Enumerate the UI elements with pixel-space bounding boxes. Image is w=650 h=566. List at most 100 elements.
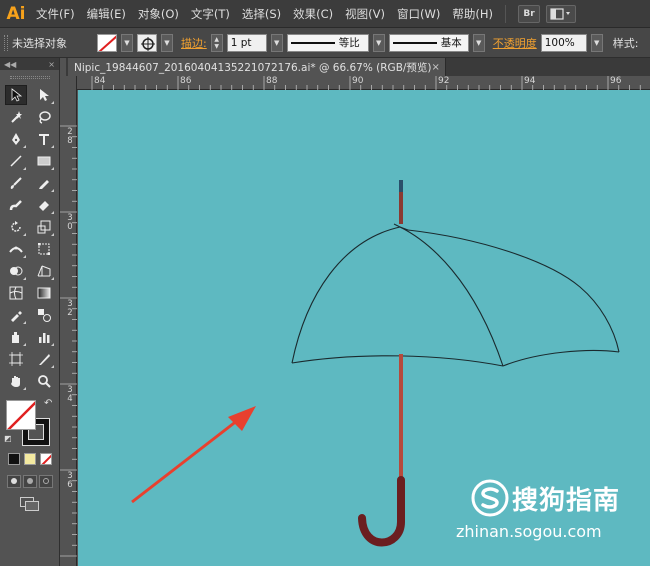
panel-close-icon[interactable]: × — [48, 60, 55, 69]
type-tool[interactable] — [33, 129, 55, 149]
umbrella-handle[interactable] — [358, 476, 405, 547]
width-icon — [8, 246, 23, 253]
control-bar-grip[interactable] — [4, 34, 8, 51]
brush-dropdown[interactable]: ▼ — [472, 33, 485, 52]
rotate-tool[interactable] — [5, 217, 27, 237]
scale-tool[interactable] — [33, 217, 55, 237]
gradient-mode-button[interactable] — [23, 453, 36, 465]
perspective-grid-tool[interactable] — [33, 261, 55, 281]
umbrella-shaft[interactable] — [399, 354, 403, 482]
menu-help[interactable]: 帮助(H) — [446, 6, 499, 22]
horizontal-ruler[interactable]: 84 86 88 90 92 94 96 — [66, 76, 650, 90]
menu-divider — [504, 4, 506, 23]
umbrella-tip-cap — [399, 180, 403, 192]
pen-tool[interactable] — [5, 129, 27, 149]
shape-builder-tool[interactable] — [5, 261, 27, 281]
control-bar: 未选择对象 ▼ ▼ 描边: ▲ ▼ 1 pt ▼ 等比 ▼ 基本 ▼ 不透明度 1… — [0, 28, 650, 58]
ruler-label-94: 94 — [524, 76, 536, 86]
close-icon[interactable]: × — [432, 62, 440, 73]
draw-inside-button[interactable] — [38, 474, 53, 488]
symbol-sprayer-tool[interactable] — [5, 327, 27, 347]
eraser-tool[interactable] — [33, 195, 55, 215]
free-transform-tool[interactable] — [33, 239, 55, 259]
shape-builder-icon — [9, 266, 22, 276]
rectangle-tool[interactable] — [33, 151, 55, 171]
screen-mode-button[interactable] — [19, 497, 40, 511]
column-graph-tool[interactable] — [33, 327, 55, 347]
fill-swatch[interactable] — [97, 33, 117, 52]
menu-view[interactable]: 视图(V) — [339, 6, 391, 22]
opacity-field[interactable]: 100% — [540, 33, 587, 52]
selection-status: 未选择对象 — [12, 36, 67, 50]
lasso-tool[interactable] — [33, 107, 55, 127]
stroke-weight-field[interactable]: 1 pt — [226, 33, 267, 52]
tools-panel: ◀◀ × ↶ ◩ — [0, 58, 60, 566]
menu-edit[interactable]: 编辑(E) — [81, 6, 132, 22]
menu-select[interactable]: 选择(S) — [236, 6, 287, 22]
paintbrush-tool[interactable] — [5, 173, 27, 193]
tools-panel-header[interactable]: ◀◀ × — [0, 58, 59, 70]
bridge-button[interactable]: Br — [517, 4, 540, 23]
swap-fill-stroke-icon[interactable]: ↶ — [44, 398, 52, 409]
menu-file[interactable]: 文件(F) — [30, 6, 81, 22]
stroke-label[interactable]: 描边: — [181, 35, 207, 51]
blend-tool[interactable] — [33, 305, 55, 325]
pencil-tool[interactable] — [33, 173, 55, 193]
perspective-grid-icon — [37, 265, 50, 277]
eyedropper-tool[interactable] — [5, 305, 27, 325]
stroke-dropdown[interactable]: ▼ — [161, 33, 173, 52]
direct-selection-tool[interactable] — [33, 85, 55, 105]
blob-brush-tool[interactable] — [5, 195, 27, 215]
default-colors-icon[interactable]: ◩ — [4, 434, 12, 443]
stroke-weight-dropdown[interactable]: ▼ — [270, 33, 283, 52]
variable-width-profile[interactable]: 等比 — [286, 33, 369, 52]
slice-tool[interactable] — [33, 349, 55, 369]
sogou-logo-icon — [471, 479, 509, 517]
brush-label: 基本 — [440, 37, 462, 49]
artboard-canvas[interactable]: 搜狗指南 zhinan.sogou.com — [78, 90, 650, 566]
hand-icon — [10, 376, 20, 387]
eraser-icon — [38, 201, 49, 211]
vertical-ruler[interactable]: 28 30 32 34 36 — [60, 76, 77, 566]
menu-window[interactable]: 窗口(W) — [391, 6, 446, 22]
profile-dropdown[interactable]: ▼ — [372, 33, 385, 52]
none-mode-button[interactable] — [39, 453, 52, 465]
brush-definition[interactable]: 基本 — [388, 33, 469, 52]
ruler-label-84: 84 — [94, 76, 106, 86]
artboard-tool[interactable] — [5, 349, 27, 369]
umbrella-canopy[interactable] — [291, 223, 620, 367]
gradient-tool[interactable] — [33, 283, 55, 303]
collapse-icon[interactable]: ◀◀ — [4, 60, 16, 69]
tools-grip[interactable] — [0, 70, 59, 84]
mesh-icon — [9, 286, 22, 300]
line-segment-tool[interactable] — [5, 151, 27, 171]
menu-effect[interactable]: 效果(C) — [287, 6, 339, 22]
menu-type[interactable]: 文字(T) — [185, 6, 236, 22]
document-tab[interactable]: Nipic_19844607_20160404135221072176.ai* … — [68, 58, 446, 76]
menu-object[interactable]: 对象(O) — [132, 6, 185, 22]
hand-tool[interactable] — [5, 371, 27, 391]
lasso-icon — [38, 111, 51, 124]
width-tool[interactable] — [5, 239, 27, 259]
color-mode-button[interactable] — [7, 453, 20, 465]
opacity-label[interactable]: 不透明度 — [493, 35, 537, 51]
ruler-label-30: 30 — [67, 213, 73, 232]
mesh-tool[interactable] — [5, 283, 27, 303]
magic-wand-tool[interactable] — [5, 107, 27, 127]
fill-color-box[interactable] — [6, 400, 36, 430]
zoom-tool[interactable] — [33, 371, 55, 391]
draw-behind-button[interactable] — [22, 474, 37, 488]
selection-tool[interactable] — [4, 85, 27, 105]
stroke-swatch[interactable] — [137, 33, 157, 52]
line-segment-icon — [9, 155, 22, 167]
pencil-icon — [38, 180, 49, 189]
arrange-documents-button[interactable] — [545, 4, 576, 23]
ruler-label-28: 28 — [67, 127, 73, 146]
style-label: 样式: — [612, 36, 639, 50]
draw-normal-button[interactable] — [6, 474, 21, 488]
type-icon — [38, 134, 49, 145]
ruler-label-32: 32 — [67, 299, 73, 318]
opacity-dropdown[interactable]: ▼ — [590, 33, 603, 52]
stroke-weight-stepper[interactable]: ▲ ▼ — [210, 33, 223, 52]
fill-dropdown[interactable]: ▼ — [121, 33, 133, 52]
